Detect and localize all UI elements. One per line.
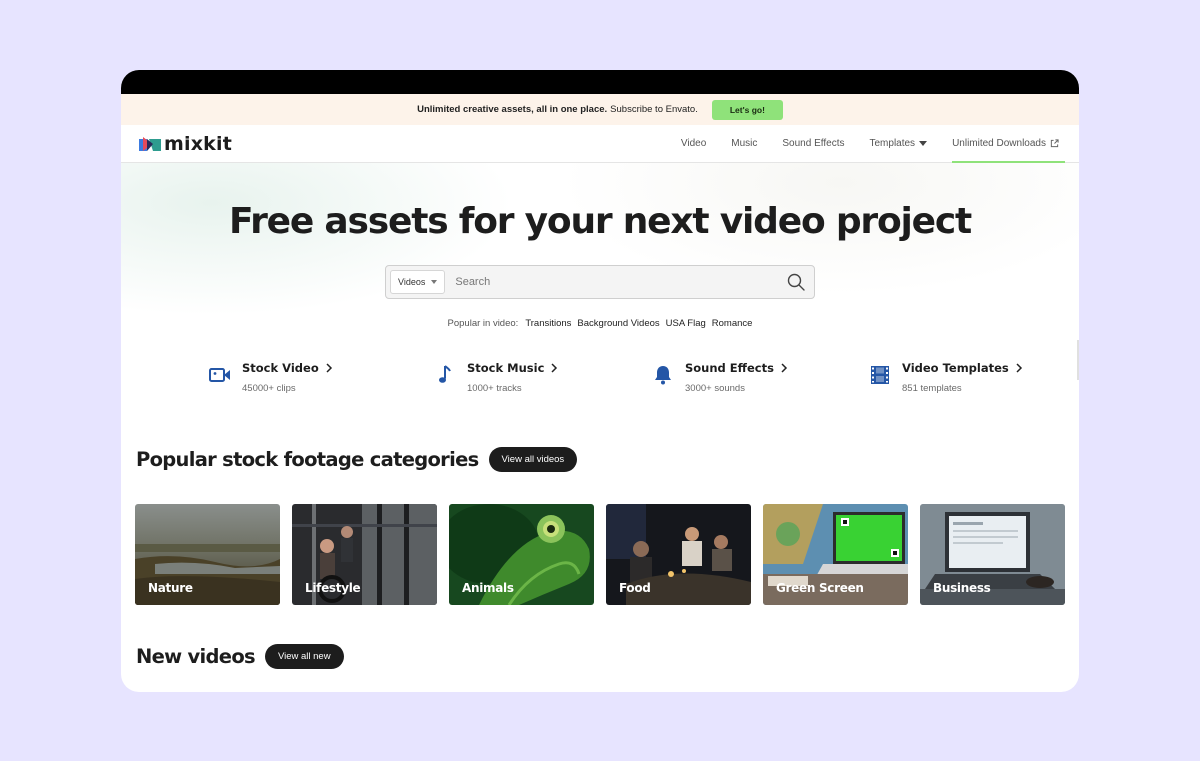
feature-stock-music[interactable]: Stock Music 1000+ tracks <box>433 361 558 394</box>
video-camera-icon <box>209 368 230 382</box>
hero-title: Free assets for your next video project <box>229 201 972 242</box>
feature-sound-effects[interactable]: Sound Effects 3000+ sounds <box>651 361 788 394</box>
chevron-right-icon <box>326 363 332 373</box>
feature-name: Sound Effects <box>685 361 774 375</box>
feature-video-templates[interactable]: Video Templates 851 templates <box>868 361 1023 394</box>
feature-count: 1000+ tracks <box>467 383 522 394</box>
nav-item-templates[interactable]: Templates <box>857 125 940 162</box>
feature-count: 3000+ sounds <box>685 383 745 394</box>
popular-tag[interactable]: USA Flag <box>666 318 706 329</box>
categories-title: Popular stock footage categories <box>136 448 479 471</box>
search-icon[interactable] <box>786 272 806 292</box>
film-strip-icon <box>871 366 889 384</box>
search-type-dropdown[interactable]: Videos <box>390 270 446 294</box>
popular-searches: Popular in video: Transitions Background… <box>121 318 1079 329</box>
nav-item-music[interactable]: Music <box>719 125 770 162</box>
nav-item-unlimited-downloads[interactable]: Unlimited Downloads <box>940 125 1066 163</box>
new-videos-title: New videos <box>136 645 256 668</box>
category-label: Lifestyle <box>305 581 361 595</box>
chevron-right-icon <box>781 363 787 373</box>
search-type-label: Videos <box>398 277 426 287</box>
new-videos-header: New videos View all new <box>136 644 344 669</box>
category-label: Green Screen <box>776 581 864 595</box>
popular-tag[interactable]: Romance <box>712 318 753 329</box>
feature-name: Video Templates <box>902 361 1009 375</box>
browser-window: Unlimited creative assets, all in one pl… <box>121 70 1079 692</box>
category-card-business[interactable]: Business <box>920 504 1065 605</box>
categories-header: Popular stock footage categories View al… <box>136 447 578 472</box>
category-label: Business <box>933 581 991 595</box>
feature-name: Stock Video <box>242 361 319 375</box>
nav-item-label: Sound Effects <box>782 138 845 149</box>
caret-down-icon <box>919 140 928 146</box>
category-card-animals[interactable]: Animals <box>449 504 594 605</box>
nav-item-label: Video <box>680 138 707 149</box>
nav-item-label: Unlimited Downloads <box>952 138 1046 149</box>
popular-label: Popular in video: <box>447 318 519 329</box>
view-all-videos-button[interactable]: View all videos <box>488 447 578 472</box>
promo-headline: Unlimited creative assets, all in one pl… <box>417 104 608 115</box>
promo-banner: Unlimited creative assets, all in one pl… <box>121 94 1079 125</box>
category-cards: Nature Lifestyle Animals Food Green Scre… <box>135 504 1065 605</box>
main-nav: mixkit Video Music Sound Effects Templat… <box>121 125 1079 163</box>
nav-item-sound-effects[interactable]: Sound Effects <box>770 125 857 162</box>
nav-links: Video Music Sound Effects Templates Unli… <box>668 125 1066 163</box>
search-bar: Videos <box>385 265 815 299</box>
category-card-nature[interactable]: Nature <box>135 504 280 605</box>
chevron-down-icon <box>431 280 438 284</box>
brand-logo[interactable]: mixkit <box>139 133 232 155</box>
nav-item-video[interactable]: Video <box>668 125 718 162</box>
category-card-lifestyle[interactable]: Lifestyle <box>292 504 437 605</box>
feature-stock-video[interactable]: Stock Video 45000+ clips <box>208 361 333 394</box>
category-label: Animals <box>462 581 514 595</box>
nav-item-label: Templates <box>869 138 916 149</box>
feature-count: 45000+ clips <box>242 383 296 394</box>
category-label: Food <box>619 581 651 595</box>
chevron-right-icon <box>551 363 558 373</box>
popular-tag[interactable]: Background Videos <box>577 318 659 329</box>
external-link-icon <box>1050 139 1059 148</box>
scrollbar[interactable] <box>1077 340 1079 380</box>
nav-item-label: Music <box>731 138 758 149</box>
feature-name: Stock Music <box>467 361 545 375</box>
promo-cta-button[interactable]: Let's go! <box>711 99 783 120</box>
popular-tag[interactable]: Transitions <box>525 318 571 329</box>
search-input[interactable] <box>455 276 786 288</box>
category-card-green-screen[interactable]: Green Screen <box>763 504 908 605</box>
category-card-food[interactable]: Food <box>606 504 751 605</box>
promo-subtext: Subscribe to Envato. <box>610 104 698 115</box>
mixkit-logo-icon <box>139 136 161 151</box>
feature-count: 851 templates <box>902 383 962 394</box>
brand-name: mixkit <box>164 132 232 155</box>
music-note-icon <box>439 365 451 383</box>
bell-icon <box>655 366 671 385</box>
chevron-right-icon <box>1016 363 1022 373</box>
category-label: Nature <box>148 581 193 595</box>
hero-section: Free assets for your next video project … <box>121 163 1079 433</box>
view-all-new-button[interactable]: View all new <box>264 644 344 669</box>
browser-top-bar <box>121 70 1079 94</box>
